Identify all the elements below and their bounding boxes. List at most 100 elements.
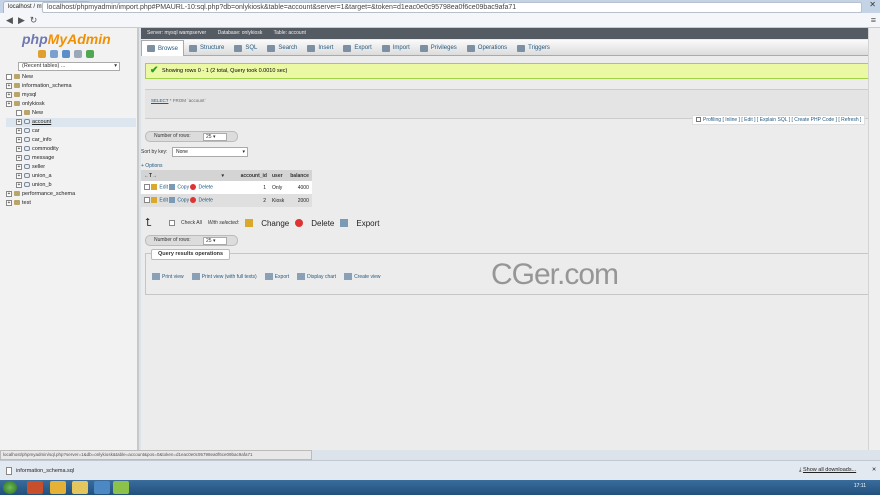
query-op-create-view[interactable]: Create view bbox=[344, 273, 380, 280]
cell-balance[interactable]: 2000 bbox=[287, 194, 312, 207]
tree-item-label[interactable]: union_a bbox=[32, 173, 52, 179]
expand-icon[interactable]: + bbox=[6, 190, 12, 197]
bulk-delete-button[interactable]: Delete bbox=[311, 219, 334, 228]
tree-item-label[interactable]: commodity bbox=[32, 146, 59, 152]
tree-item-label[interactable]: seller bbox=[32, 164, 45, 170]
forward-icon[interactable]: ▶ bbox=[16, 15, 27, 26]
tree-item-car-info[interactable]: + car_info bbox=[6, 136, 136, 145]
expand-icon[interactable]: + bbox=[16, 127, 22, 134]
taskbar-folder-icon[interactable] bbox=[72, 481, 88, 494]
query-op-display-chart[interactable]: Display chart bbox=[297, 273, 336, 280]
show-all-downloads-link[interactable]: ⤓ Show all downloads... ✕ bbox=[799, 467, 876, 474]
query-op-export[interactable]: Export bbox=[264, 273, 289, 280]
row-checkbox[interactable] bbox=[144, 197, 150, 204]
start-button-icon[interactable] bbox=[3, 481, 17, 494]
taskbar-terminal-icon[interactable] bbox=[113, 481, 129, 494]
expand-icon[interactable]: + bbox=[6, 82, 12, 89]
copy-link[interactable]: Copy bbox=[177, 198, 189, 204]
sort-by-select[interactable]: None ▾ bbox=[172, 147, 248, 157]
recent-tables-select[interactable]: (Recent tables) ... ▾ bbox=[18, 62, 120, 71]
cell-user[interactable]: Only bbox=[269, 181, 288, 194]
expand-icon[interactable]: + bbox=[16, 136, 22, 143]
tree-item-message[interactable]: + message bbox=[6, 154, 136, 163]
help-icon[interactable] bbox=[62, 50, 70, 58]
column-arrows-header[interactable]: ←T→ ▾ bbox=[141, 170, 227, 181]
tree-item-account[interactable]: + account bbox=[6, 118, 136, 127]
tab-sql[interactable]: SQL bbox=[229, 40, 262, 56]
edit-link[interactable]: Edit bbox=[159, 198, 168, 204]
column-header-balance[interactable]: balance bbox=[287, 170, 312, 181]
query-op-print-view[interactable]: Print view bbox=[152, 273, 184, 280]
tree-item-label[interactable]: car_info bbox=[32, 137, 52, 143]
tab-operations[interactable]: Operations bbox=[462, 40, 512, 56]
column-header-account-id[interactable]: account_id bbox=[227, 170, 269, 181]
tree-item-union-b[interactable]: + union_b bbox=[6, 181, 136, 190]
query-op-print-view-with-full-texts[interactable]: Print view (with full texts) bbox=[191, 273, 257, 280]
tree-item-new[interactable]: New bbox=[6, 73, 136, 82]
edit-link[interactable]: Edit bbox=[159, 185, 168, 191]
tab-insert[interactable]: Insert bbox=[302, 40, 338, 56]
tab-triggers[interactable]: Triggers bbox=[512, 40, 555, 56]
tree-item-seller[interactable]: + seller bbox=[6, 163, 136, 172]
tree-item-test[interactable]: + test bbox=[6, 199, 136, 208]
copy-link[interactable]: Copy bbox=[177, 185, 189, 191]
tab-search[interactable]: Search bbox=[262, 40, 302, 56]
breadcrumb-database[interactable]: Database: onlykiosk bbox=[218, 30, 263, 36]
reload-icon[interactable]: ↻ bbox=[28, 15, 39, 26]
tree-item-label[interactable]: performance_schema bbox=[22, 191, 75, 197]
profiling-checkbox[interactable] bbox=[696, 117, 701, 123]
tree-item-label[interactable]: car bbox=[32, 128, 40, 134]
expand-icon[interactable]: + bbox=[16, 154, 22, 161]
taskbar-app-icon[interactable] bbox=[27, 481, 43, 494]
expand-icon[interactable]: + bbox=[16, 163, 22, 170]
tree-item-label[interactable]: account bbox=[32, 119, 51, 125]
tree-item-mysql[interactable]: + mysql bbox=[6, 91, 136, 100]
expand-icon[interactable]: + bbox=[6, 100, 12, 107]
cell-account-id[interactable]: 1 bbox=[227, 181, 269, 194]
check-all-label[interactable]: Check All bbox=[181, 220, 202, 226]
tree-item-performance-schema[interactable]: + performance_schema bbox=[6, 190, 136, 199]
tab-import[interactable]: Import bbox=[377, 40, 415, 56]
tree-item-new[interactable]: New bbox=[6, 109, 136, 118]
back-icon[interactable]: ◀ bbox=[4, 15, 15, 26]
breadcrumb-server[interactable]: Server: mysql wampserver bbox=[147, 30, 206, 36]
expand-icon[interactable]: + bbox=[6, 199, 12, 206]
tree-item-label[interactable]: information_schema bbox=[22, 83, 72, 89]
bulk-change-button[interactable]: Change bbox=[261, 219, 289, 228]
tree-item-label[interactable]: mysql bbox=[22, 92, 36, 98]
browser-menu-icon[interactable]: ≡ bbox=[871, 15, 876, 25]
sql-links-text[interactable]: Profiling [ Inline ] [ Edit ] [ Explain … bbox=[703, 117, 861, 123]
expand-icon[interactable]: + bbox=[16, 145, 22, 152]
row-checkbox[interactable] bbox=[144, 184, 150, 191]
cell-user[interactable]: Kiosk bbox=[269, 194, 288, 207]
options-toggle[interactable]: + Options bbox=[141, 163, 163, 169]
check-all-checkbox[interactable] bbox=[169, 220, 175, 226]
cell-account-id[interactable]: 2 bbox=[227, 194, 269, 207]
home-icon[interactable] bbox=[38, 50, 46, 58]
tab-privileges[interactable]: Privileges bbox=[415, 40, 462, 56]
tree-item-label[interactable]: New bbox=[32, 110, 43, 116]
number-of-rows-select[interactable]: 25 ▾ bbox=[203, 133, 227, 141]
tab-browse[interactable]: Browse bbox=[141, 40, 185, 56]
cell-balance[interactable]: 4000 bbox=[287, 181, 312, 194]
tab-export[interactable]: Export bbox=[338, 40, 376, 56]
logout-icon[interactable] bbox=[50, 50, 58, 58]
expand-icon[interactable]: + bbox=[16, 181, 22, 188]
expand-icon[interactable]: + bbox=[16, 118, 22, 125]
expand-icon[interactable] bbox=[16, 109, 22, 116]
phpmyadmin-logo[interactable]: phpMyAdmin bbox=[22, 31, 111, 47]
expand-icon[interactable]: + bbox=[16, 172, 22, 179]
tree-item-commodity[interactable]: + commodity bbox=[6, 145, 136, 154]
close-window-icon[interactable]: ✕ bbox=[869, 0, 876, 12]
expand-icon[interactable]: + bbox=[6, 91, 12, 98]
tree-item-label[interactable]: message bbox=[32, 155, 54, 161]
delete-link[interactable]: Delete bbox=[198, 185, 212, 191]
tree-item-union-a[interactable]: + union_a bbox=[6, 172, 136, 181]
tab-structure[interactable]: Structure bbox=[184, 40, 229, 56]
tree-item-car[interactable]: + car bbox=[6, 127, 136, 136]
settings-icon[interactable] bbox=[74, 50, 82, 58]
column-header-user[interactable]: user bbox=[269, 170, 288, 181]
page-scrollbar[interactable] bbox=[868, 28, 880, 450]
taskbar-chrome-icon[interactable] bbox=[50, 481, 66, 494]
url-input[interactable]: localhost/phpmyadmin/import.php#PMAURL-1… bbox=[42, 2, 862, 13]
